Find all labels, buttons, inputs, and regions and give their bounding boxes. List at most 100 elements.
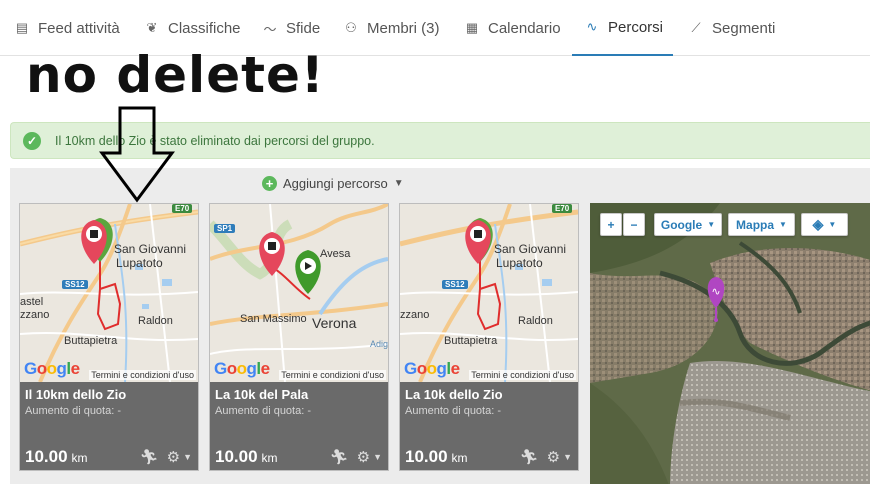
route-actions: 🏃︎ ⚙ ▼ [520,448,572,466]
road-shield: SP1 [214,224,236,233]
google-logo: Google [24,359,80,378]
success-alert: ✓ Il 10km dello Zio è stato eliminato da… [10,122,870,159]
route-marker-pin[interactable]: ∿ [703,276,729,327]
chevron-down-icon: ▼ [828,220,837,229]
tab-segmenti-label: Segmenti [712,19,776,37]
tab-calendario-label: Calendario [488,19,561,37]
route-info: La 10k del Pala Aumento di quota: - 10.0… [210,382,388,470]
route-map-graphic [210,204,388,382]
tab-feed-label: Feed attività [38,19,120,37]
route-distance-unit: km [71,451,88,465]
challenge-icon: 〜 [263,21,277,37]
route-distance: 10.00 km [215,447,278,467]
route-info: Il 10km dello Zio Aumento di quota: - 10… [20,382,198,470]
members-icon: ⚇ [345,20,357,35]
map-label: Raldon [518,315,553,327]
map-label: Avesa [320,248,351,260]
map-label: zzano [400,309,430,321]
gear-icon[interactable]: ⚙ [357,448,370,466]
tab-membri[interactable]: ⚇ Membri (3) [343,0,440,56]
route-name[interactable]: La 10k del Pala [215,387,308,402]
route-card[interactable]: SP1 Avesa San Massimo Verona Adig Google… [209,203,389,471]
google-logo: Google [404,359,460,378]
annotation-text: no delete! [26,46,325,104]
chevron-down-icon: ▼ [779,220,787,229]
map-label: San Giovanni [494,242,567,256]
route-distance-value: 10.00 [405,447,448,466]
map-label: Verona [312,315,357,331]
route-elevation: Aumento di quota: - [215,405,312,417]
plus-icon: + [262,176,277,191]
add-route-button[interactable]: + Aggiungi percorso ▼ [262,176,404,191]
tab-classifiche-label: Classifiche [168,19,241,37]
route-info: La 10k dello Zio Aumento di quota: - 10.… [400,382,578,470]
satellite-map[interactable]: ∿ + − Google ▼ Mappa ▼ ◈ ▼ [590,203,870,484]
zoom-out-button[interactable]: − [623,213,645,236]
routes-panel: + Aggiungi percorso ▼ E70 SS12 San Giova… [10,168,870,484]
route-distance-value: 10.00 [25,447,68,466]
layers-icon: ◈ [812,216,824,232]
chevron-down-icon[interactable]: ▼ [373,452,382,462]
road-shield: E70 [172,204,193,213]
map-terms-link[interactable]: Termini e condizioni d'uso [89,370,196,380]
svg-text:∿: ∿ [711,285,720,298]
tab-percorsi-label: Percorsi [608,18,664,36]
route-pin-icon: ∿ [707,277,725,322]
map-provider-select[interactable]: Google ▼ [654,213,722,236]
map-label: Buttapietra [64,335,118,347]
route-distance: 10.00 km [25,447,88,467]
gear-icon[interactable]: ⚙ [167,448,180,466]
map-layers-button[interactable]: ◈ ▼ [801,213,848,236]
map-label: Buttapietra [444,335,498,347]
map-terms-link[interactable]: Termini e condizioni d'uso [279,370,386,380]
map-terms-link[interactable]: Termini e condizioni d'uso [469,370,576,380]
laurel-icon: ❦ [146,20,158,35]
page-root: ▤ Feed attività ❦ Classifiche 〜 Sfide ⚇ … [0,0,870,484]
map-type-select[interactable]: Mappa ▼ [728,213,795,236]
tab-calendario[interactable]: ▦ Calendario [464,0,561,56]
map-label: Lupatoto [496,256,543,270]
run-icon[interactable]: 🏃︎ [330,448,349,466]
route-map-graphic [400,204,578,382]
route-name[interactable]: La 10k dello Zio [405,387,503,402]
road-shield: SS12 [442,280,468,289]
map-label: astel [20,296,44,308]
add-route-label: Aggiungi percorso [283,176,388,191]
check-icon: ✓ [23,131,41,150]
map-label: San Giovanni [114,242,187,256]
map-label: Lupatoto [116,256,163,270]
segment-icon: ⟋ [691,20,701,35]
route-map: SP1 Avesa San Massimo Verona Adig Google… [210,204,388,382]
run-icon[interactable]: 🏃︎ [520,448,539,466]
route-map: E70 SS12 San Giovanni Lupatoto Raldon Bu… [400,204,578,382]
route-card[interactable]: E70 SS12 San Giovanni Lupatoto Raldon Bu… [19,203,199,471]
map-label: zzano [20,309,50,321]
route-map: E70 SS12 San Giovanni Lupatoto Raldon Bu… [20,204,198,382]
route-card[interactable]: E70 SS12 San Giovanni Lupatoto Raldon Bu… [399,203,579,471]
route-actions: 🏃︎ ⚙ ▼ [140,448,192,466]
chevron-down-icon[interactable]: ▼ [563,452,572,462]
map-label: San Massimo [240,313,307,325]
zoom-in-button[interactable]: + [600,213,622,236]
route-name[interactable]: Il 10km dello Zio [25,387,126,402]
road-shield: E70 [552,204,573,213]
route-distance-unit: km [261,451,278,465]
chevron-down-icon[interactable]: ▼ [183,452,192,462]
route-distance-unit: km [451,451,468,465]
tab-membri-label: Membri (3) [367,19,440,37]
tab-segmenti[interactable]: ⟋ Segmenti [688,0,775,56]
route-distance: 10.00 km [405,447,468,467]
route-distance-value: 10.00 [215,447,258,466]
feed-icon: ▤ [15,20,29,35]
tab-percorsi[interactable]: ∿ Percorsi [572,0,674,56]
road-shield: SS12 [62,280,88,289]
run-icon[interactable]: 🏃︎ [140,448,159,466]
alert-message: Il 10km dello Zio è stato eliminato dai … [55,133,375,148]
map-label: Adig [370,339,388,349]
map-label: Raldon [138,315,173,327]
tab-sfide-label: Sfide [286,19,321,37]
route-map-graphic [20,204,198,382]
gear-icon[interactable]: ⚙ [547,448,560,466]
route-elevation: Aumento di quota: - [25,405,122,417]
satellite-imagery [590,203,870,484]
